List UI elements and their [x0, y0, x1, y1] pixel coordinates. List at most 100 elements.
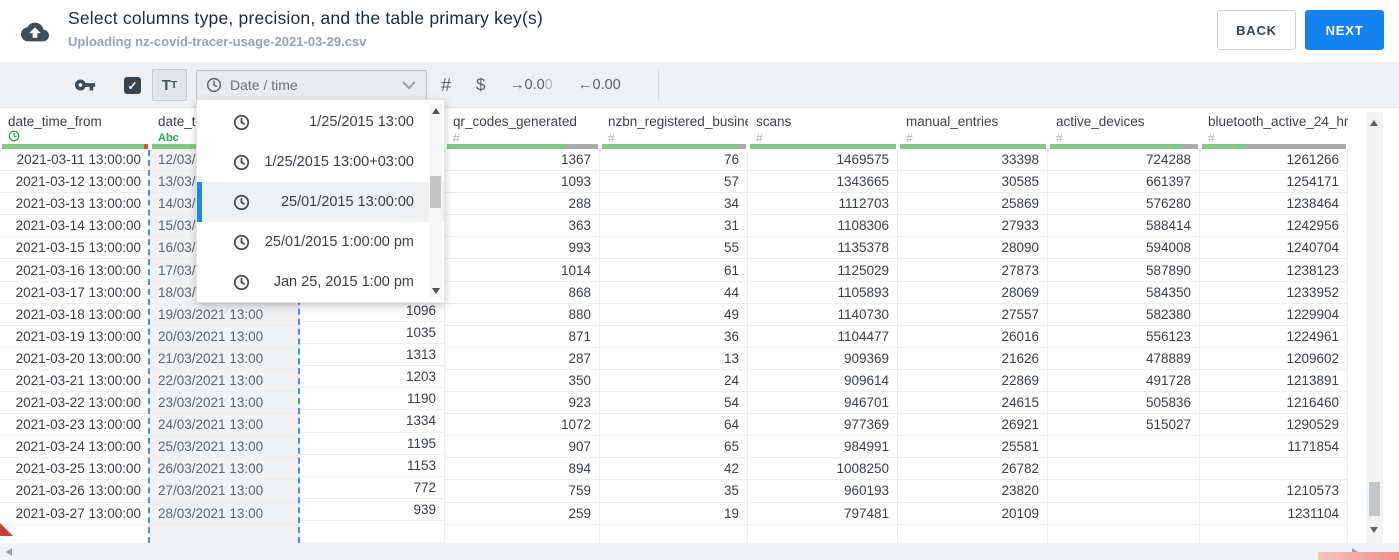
table-cell[interactable]: 25581 — [898, 436, 1048, 459]
table-cell[interactable]: 984991 — [748, 436, 898, 459]
boolean-type-checkbox[interactable]: ✓ — [124, 77, 141, 94]
table-cell[interactable]: 588414 — [1048, 215, 1200, 238]
table-cell[interactable]: 2021-03-11 13:00:00 — [0, 149, 150, 172]
table-cell[interactable]: 977369 — [748, 414, 898, 437]
table-cell[interactable]: 960193 — [748, 480, 898, 503]
table-cell[interactable]: 923 — [445, 392, 600, 415]
table-cell[interactable]: 1108306 — [748, 215, 898, 238]
table-cell[interactable]: 1242956 — [1200, 215, 1348, 238]
table-cell[interactable]: 868 — [445, 281, 600, 304]
table-cell[interactable]: 1469575 — [748, 149, 898, 172]
table-cell[interactable]: 1105893 — [748, 281, 898, 304]
table-cell[interactable]: 1290529 — [1200, 414, 1348, 437]
table-cell[interactable]: 1313 — [300, 344, 445, 367]
table-cell[interactable]: 2021-03-27 13:00:00 — [0, 502, 150, 525]
table-cell[interactable]: 19/03/2021 13:00 — [150, 303, 300, 326]
table-cell[interactable] — [1048, 458, 1200, 481]
table-cell[interactable]: 21/03/2021 13:00 — [150, 347, 300, 370]
table-cell[interactable]: 1231104 — [1200, 502, 1348, 525]
column-header[interactable]: date_time_from — [0, 108, 150, 144]
table-cell[interactable]: 28090 — [898, 237, 1048, 260]
table-cell[interactable]: 871 — [445, 325, 600, 348]
table-cell[interactable]: 28/03/2021 13:00 — [150, 502, 300, 525]
table-cell[interactable]: 1125029 — [748, 259, 898, 282]
table-cell[interactable]: 2021-03-15 13:00:00 — [0, 237, 150, 260]
table-cell[interactable]: 1213891 — [1200, 369, 1348, 393]
date-format-option[interactable]: Jan 25, 2015 1:00 pm — [197, 262, 444, 302]
table-cell[interactable]: 2021-03-25 13:00:00 — [0, 458, 150, 481]
table-cell[interactable]: 1238123 — [1200, 259, 1348, 282]
table-cell[interactable]: 21626 — [898, 347, 1048, 370]
table-cell[interactable]: 31 — [600, 215, 748, 238]
table-cell[interactable]: 1334 — [300, 410, 445, 433]
column-header[interactable]: nzbn_registered_busine # — [600, 108, 748, 145]
table-cell[interactable]: 880 — [445, 303, 600, 326]
table-cell[interactable]: 576280 — [1048, 193, 1200, 216]
table-cell[interactable]: 2021-03-16 13:00:00 — [0, 259, 150, 282]
table-cell[interactable]: 2021-03-26 13:00:00 — [0, 480, 150, 503]
table-cell[interactable]: 1343665 — [748, 171, 898, 194]
table-cell[interactable]: 2021-03-20 13:00:00 — [0, 347, 150, 370]
table-cell[interactable]: 26/03/2021 13:00 — [150, 458, 300, 481]
table-cell[interactable]: 19 — [600, 502, 748, 525]
table-cell[interactable]: 1093 — [445, 171, 600, 194]
table-cell[interactable]: 27/03/2021 13:00 — [150, 480, 300, 503]
table-cell[interactable]: 515027 — [1048, 414, 1200, 437]
table-cell[interactable]: 1210573 — [1200, 480, 1348, 503]
table-cell[interactable]: 1229904 — [1200, 303, 1348, 326]
table-cell[interactable]: 61 — [600, 259, 748, 282]
vertical-scrollbar[interactable] — [1366, 112, 1383, 543]
table-cell[interactable]: 28069 — [898, 281, 1048, 304]
table-cell[interactable]: 1140730 — [748, 303, 898, 326]
table-cell[interactable]: 288 — [445, 193, 600, 216]
table-cell[interactable]: 797481 — [748, 502, 898, 525]
table-cell[interactable]: 1254171 — [1200, 171, 1348, 194]
table-cell[interactable]: 36 — [600, 325, 748, 348]
column-header[interactable]: active_devices # — [1048, 108, 1200, 145]
table-cell[interactable]: 1072 — [445, 414, 600, 437]
table-cell[interactable]: 1240704 — [1200, 237, 1348, 260]
table-cell[interactable]: 1104477 — [748, 325, 898, 348]
table-cell[interactable]: 287 — [445, 347, 600, 370]
table-cell[interactable]: 13 — [600, 347, 748, 370]
date-format-option[interactable]: 25/01/2015 1:00:00 pm — [197, 222, 444, 262]
table-cell[interactable]: 2021-03-21 13:00:00 — [0, 369, 150, 393]
table-cell[interactable]: 259 — [445, 502, 600, 525]
table-cell[interactable]: 35 — [600, 480, 748, 503]
table-cell[interactable]: 1171854 — [1200, 436, 1348, 459]
table-cell[interactable]: 33398 — [898, 149, 1048, 172]
next-button[interactable]: NEXT — [1305, 10, 1384, 50]
table-cell[interactable]: 27873 — [898, 259, 1048, 282]
table-cell[interactable]: 584350 — [1048, 281, 1200, 304]
text-type-button[interactable]: TT — [152, 69, 187, 101]
back-button[interactable]: BACK — [1217, 10, 1296, 50]
table-cell[interactable]: 1238464 — [1200, 193, 1348, 216]
table-cell[interactable]: 25/03/2021 13:00 — [150, 436, 300, 459]
table-cell[interactable]: 54 — [600, 392, 748, 415]
table-cell[interactable]: 909614 — [748, 369, 898, 393]
scroll-down-icon[interactable] — [432, 288, 440, 294]
table-cell[interactable]: 23820 — [898, 480, 1048, 503]
table-cell[interactable]: 907 — [445, 436, 600, 459]
table-cell[interactable]: 22/03/2021 13:00 — [150, 369, 300, 393]
table-cell[interactable]: 44 — [600, 281, 748, 304]
table-cell[interactable]: 34 — [600, 193, 748, 216]
table-cell[interactable]: 1096 — [300, 299, 445, 323]
date-time-type-select[interactable]: Date / time — [196, 70, 427, 100]
table-cell[interactable] — [1200, 458, 1348, 481]
table-cell[interactable] — [1048, 480, 1200, 503]
table-cell[interactable]: 1216460 — [1200, 392, 1348, 415]
table-cell[interactable]: 2021-03-22 13:00:00 — [0, 392, 150, 415]
table-cell[interactable]: 55 — [600, 237, 748, 260]
table-cell[interactable]: 27933 — [898, 215, 1048, 238]
table-cell[interactable]: 1261266 — [1200, 149, 1348, 172]
table-cell[interactable]: 594008 — [1048, 237, 1200, 260]
column-header[interactable]: qr_codes_generated # — [445, 108, 600, 145]
table-cell[interactable]: 49 — [600, 303, 748, 326]
table-cell[interactable]: 42 — [600, 458, 748, 481]
table-cell[interactable]: 22869 — [898, 369, 1048, 393]
table-cell[interactable]: 1195 — [300, 432, 445, 455]
table-cell[interactable]: 1367 — [445, 149, 600, 172]
table-cell[interactable]: 1203 — [300, 366, 445, 389]
scroll-up-icon[interactable] — [432, 108, 440, 114]
